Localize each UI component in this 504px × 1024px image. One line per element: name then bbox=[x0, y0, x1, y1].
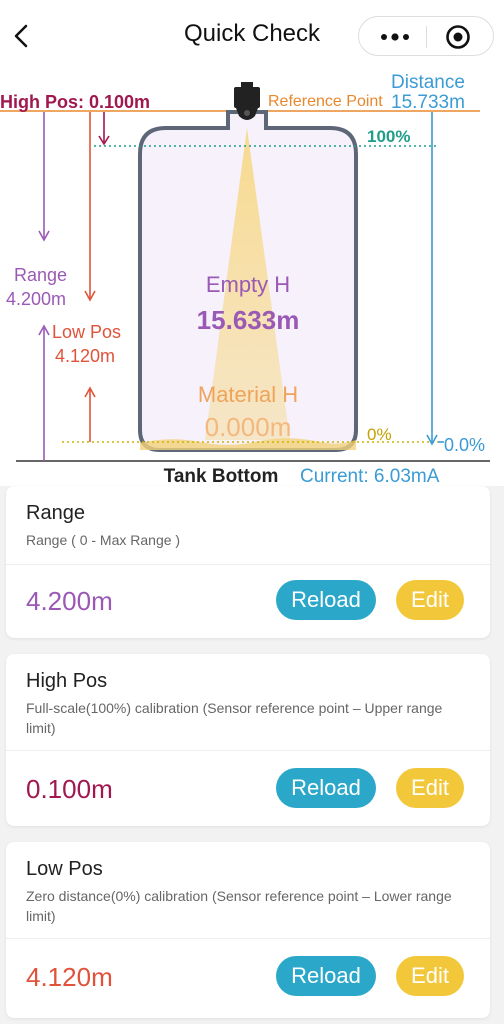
distance-value: 15.733m bbox=[391, 92, 465, 113]
high-pos-card-desc: Full-scale(100%) calibration (Sensor ref… bbox=[26, 700, 443, 736]
mini-program-capsule bbox=[358, 16, 494, 56]
material-h-label: Material H bbox=[198, 382, 298, 407]
more-dots-icon[interactable] bbox=[377, 27, 413, 47]
high-pos-card-title: High Pos bbox=[26, 670, 108, 692]
capsule-divider bbox=[426, 26, 427, 48]
range-value: 4.200m bbox=[26, 586, 113, 616]
card-divider bbox=[6, 564, 490, 565]
current-text: Current: 6.03mA bbox=[300, 466, 440, 486]
low-pos-card-title: Low Pos bbox=[26, 858, 103, 880]
high-pos-card: High Pos Full-scale(100%) calibration (S… bbox=[6, 654, 490, 826]
high-pos-edit-button[interactable]: Edit bbox=[396, 768, 464, 808]
percent-100-text: 100% bbox=[367, 127, 410, 146]
empty-h-label: Empty H bbox=[206, 272, 290, 297]
range-card-title: Range bbox=[26, 502, 85, 524]
low-pos-reload-button[interactable]: Reload bbox=[276, 956, 376, 996]
low-pos-text: Low Pos bbox=[52, 322, 121, 342]
tank-bottom-text: Tank Bottom bbox=[164, 466, 279, 486]
range-value-text: 4.200m bbox=[6, 289, 66, 309]
high-pos-value: 0.100m bbox=[26, 774, 113, 804]
card-divider bbox=[6, 750, 490, 751]
distance-label: Distance bbox=[391, 72, 465, 93]
high-pos-text: High Pos: 0.100m bbox=[0, 92, 150, 112]
reference-point-text: Reference Point bbox=[268, 93, 383, 110]
low-pos-card: Low Pos Zero distance(0%) calibration (S… bbox=[6, 842, 490, 1018]
range-edit-button[interactable]: Edit bbox=[396, 580, 464, 620]
low-pos-value-text: 4.120m bbox=[55, 346, 115, 366]
material-h-value: 0.000m bbox=[205, 412, 292, 442]
low-pos-card-desc: Zero distance(0%) calibration (Sensor re… bbox=[26, 888, 452, 924]
tank-diagram: High Pos: 0.100m Reference Point Distanc… bbox=[0, 72, 504, 486]
zero-percent-right-text: 0.0% bbox=[444, 435, 485, 455]
range-card-desc: Range ( 0 - Max Range ) bbox=[26, 532, 181, 548]
percent-0-text: 0% bbox=[367, 425, 392, 444]
range-card: Range Range ( 0 - Max Range ) 4.200m Rel… bbox=[6, 486, 490, 638]
high-pos-reload-button[interactable]: Reload bbox=[276, 768, 376, 808]
low-pos-edit-button[interactable]: Edit bbox=[396, 956, 464, 996]
nav-bar: Quick Check bbox=[0, 0, 504, 72]
card-divider bbox=[6, 938, 490, 939]
low-pos-value: 4.120m bbox=[26, 962, 113, 992]
close-target-icon[interactable] bbox=[445, 24, 471, 50]
range-reload-button[interactable]: Reload bbox=[276, 580, 376, 620]
range-text: Range bbox=[14, 265, 67, 285]
empty-h-value: 15.633m bbox=[197, 305, 300, 335]
